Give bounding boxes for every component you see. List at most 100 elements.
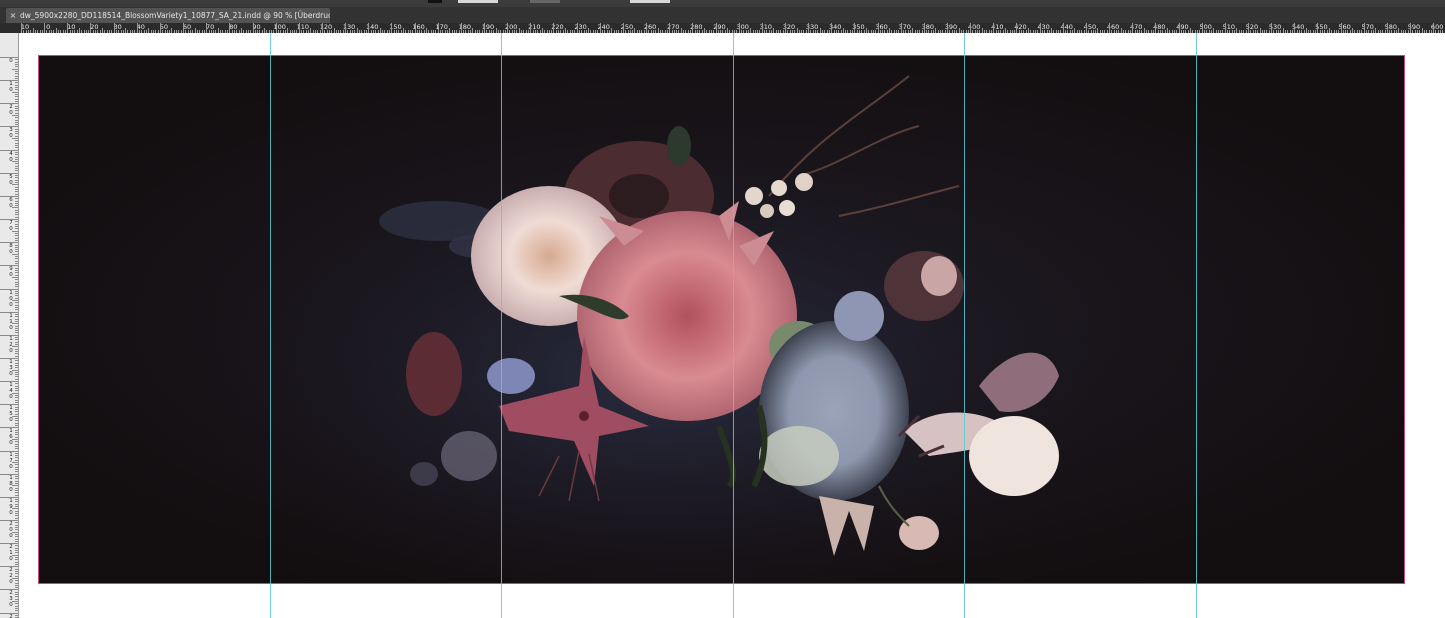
ruler-tick [1410, 23, 1411, 33]
ruler-tick [15, 251, 18, 253]
ruler-tick [15, 73, 18, 75]
column-guide[interactable] [270, 33, 271, 618]
ruler-tick [15, 168, 18, 170]
document-tab[interactable]: × dw_5900x2280_DD118514_BlossomVariety1_1… [6, 8, 330, 23]
ruler-tick [206, 23, 208, 33]
ruler-tick [530, 23, 532, 33]
ruler-label: 120 [9, 335, 13, 354]
ruler-tick [15, 547, 18, 549]
ruler-tick [15, 538, 18, 540]
ruler-tick [15, 235, 18, 237]
ruler-tick [15, 487, 18, 489]
ruler-tick [15, 394, 18, 396]
column-guide[interactable] [501, 33, 502, 618]
ruler-tick [15, 87, 18, 89]
ruler-tick [15, 596, 18, 598]
ruler-tick [15, 501, 18, 503]
ruler-tick [0, 381, 18, 383]
ruler-tick [692, 23, 694, 33]
ruler-tick [0, 473, 18, 475]
ruler-tick [15, 70, 18, 72]
ruler-label: 0 [9, 58, 13, 64]
ruler-tick [15, 128, 18, 130]
ruler-tick [15, 260, 18, 262]
ruler-tick [15, 503, 18, 505]
ruler-tick [15, 492, 18, 494]
ruler-tick [15, 330, 18, 332]
floral-bouquet-image [39, 56, 1404, 583]
ruler-tick [15, 293, 18, 295]
ruler-tick [15, 182, 18, 183]
ruler-tick [15, 170, 18, 172]
close-tab-icon[interactable]: × [6, 8, 20, 23]
ruler-tick [15, 283, 18, 285]
ruler-tick [15, 563, 18, 565]
ruler-tick [113, 23, 115, 33]
artwork-page[interactable] [38, 55, 1405, 584]
column-guide[interactable] [964, 33, 965, 618]
ruler-tick [15, 112, 18, 114]
ruler-tick [1386, 23, 1388, 33]
ruler-tick [15, 135, 18, 137]
ruler-tick [15, 332, 18, 334]
dimension-field[interactable] [630, 0, 670, 3]
ruler-tick [345, 23, 347, 33]
horizontal-ruler[interactable]: 10 0 10 20 30 40 50 60 70 80 90 100 110 120 130 140 150 1… [18, 23, 1445, 33]
ruler-tick [15, 191, 18, 193]
ruler-tick [15, 568, 18, 570]
ruler-label: 160 [9, 428, 13, 447]
column-guide[interactable] [733, 33, 734, 618]
ruler-tick [15, 552, 18, 554]
ruler-tick [12, 462, 18, 464]
vertical-ruler[interactable]: 0 10 20 30 40 50 60 70 80 90 100 110 120 130 140 150 160… [0, 33, 19, 618]
ruler-tick [761, 23, 763, 33]
ruler-tick [368, 23, 370, 33]
ruler-tick [12, 253, 18, 255]
ruler-tick [15, 557, 18, 559]
ruler-tick [1224, 23, 1226, 33]
ruler-tick [854, 23, 856, 33]
ruler-tick [15, 443, 18, 445]
ruler-tick [12, 369, 18, 371]
ruler-label: 190 [9, 497, 13, 516]
ruler-tick [15, 124, 18, 126]
ruler-tick [1132, 23, 1134, 33]
ruler-tick [923, 23, 925, 33]
ruler-tick [15, 436, 18, 438]
ruler-tick [12, 323, 18, 325]
fill-swatch[interactable] [428, 0, 442, 3]
ruler-label: 210 [9, 544, 13, 563]
document-tab-title: dw_5900x2280_DD118514_BlossomVariety1_10… [20, 11, 330, 20]
ruler-tick [252, 23, 254, 33]
ruler-tick [1109, 23, 1111, 33]
ruler-tick [15, 156, 18, 158]
column-guide[interactable] [1196, 33, 1197, 618]
ruler-tick [15, 188, 18, 190]
ruler-tick [15, 517, 18, 519]
ruler-tick [12, 230, 18, 232]
ruler-tick [1039, 23, 1041, 33]
ruler-tick [15, 425, 18, 427]
ruler-tick [15, 325, 18, 327]
ruler-tick [15, 575, 18, 577]
ruler-tick [15, 367, 18, 369]
stroke-weight-field[interactable] [458, 0, 498, 3]
opacity-field[interactable] [530, 0, 560, 3]
ruler-tick [15, 515, 18, 517]
ruler-tick [15, 96, 18, 98]
ruler-tick [15, 355, 18, 357]
ruler-tick [12, 161, 18, 163]
ruler-tick [15, 471, 18, 473]
ruler-label: 150 [9, 405, 13, 424]
ruler-tick [15, 223, 18, 225]
ruler-origin-corner[interactable] [0, 23, 18, 33]
ruler-tick [0, 172, 18, 174]
ruler-tick [15, 212, 18, 214]
ruler-tick [15, 82, 18, 84]
ruler-tick [15, 279, 18, 281]
ruler-tick [15, 320, 18, 322]
ruler-tick [784, 23, 786, 33]
ruler-tick [15, 98, 18, 100]
ruler-tick [15, 614, 18, 616]
ruler-tick [15, 140, 18, 142]
